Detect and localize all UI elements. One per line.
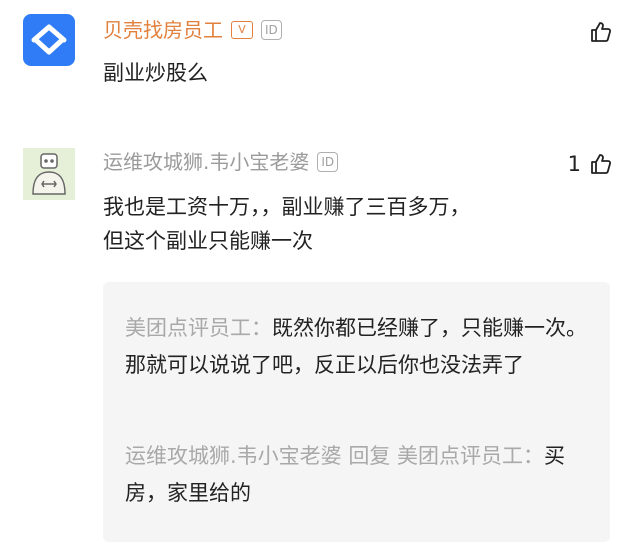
thumbs-up-icon [591,22,612,42]
author-name[interactable]: 贝壳找房员工 V ID [103,16,282,44]
reply-author[interactable]: 美团点评员工： [125,316,272,340]
comment-text-line: 我也是工资十万，，副业赚了三百多万， [103,195,471,219]
comment-text: 副业炒股么 [103,61,208,85]
verified-badge-icon: V [231,21,253,39]
like-count: 1 [567,152,581,176]
author-label: 运维攻城狮.韦小宝老婆 [103,150,310,174]
reply-box: 美团点评员工：既然你都已经赚了，只能赚一次。那就可以说说了吧，反正以后你也没法弄… [103,282,610,542]
author-label: 贝壳找房员工 [103,18,223,42]
beike-logo-icon [31,24,67,55]
reply-item[interactable]: 运维攻城狮.韦小宝老婆 回复 美团点评员工：买房，家里给的 [125,438,595,512]
like-button[interactable] [581,20,613,44]
comment-text: 我也是工资十万，，副业赚了三百多万， 但这个副业只能赚一次 [103,190,471,258]
author-name[interactable]: 运维攻城狮.韦小宝老婆 ID [103,148,339,176]
id-tag: ID [317,152,339,172]
like-button[interactable]: 1 [568,152,613,176]
id-tag: ID [261,20,282,40]
avatar[interactable] [23,148,75,200]
thumbs-up-icon [591,154,612,174]
reply-author[interactable]: 运维攻城狮.韦小宝老婆 回复 美团点评员工： [125,444,544,468]
reply-item[interactable]: 美团点评员工：既然你都已经赚了，只能赚一次。那就可以说说了吧，反正以后你也没法弄… [125,310,595,384]
engineer-avatar-icon [23,148,75,200]
comment-text-line: 但这个副业只能赚一次 [103,229,313,253]
avatar[interactable] [23,14,75,66]
